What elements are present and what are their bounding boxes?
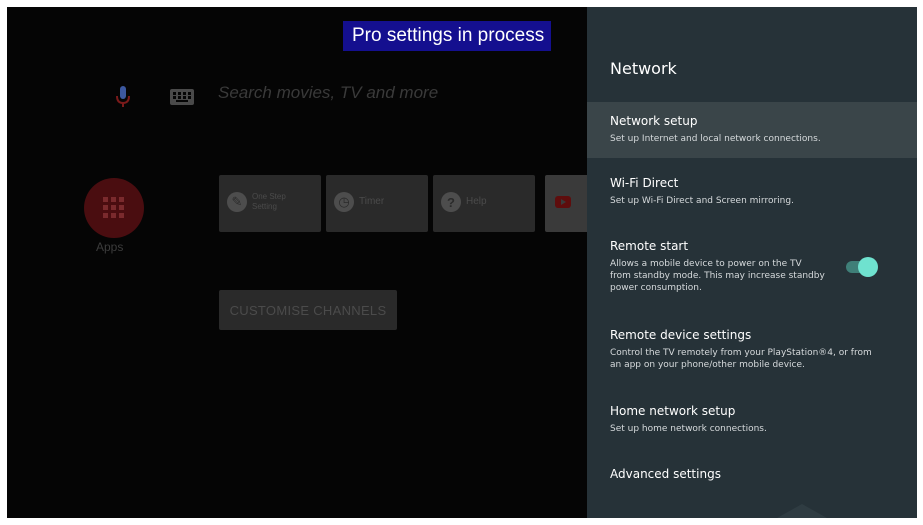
- item-title: Wi-Fi Direct: [610, 176, 679, 190]
- panel-title: Network: [610, 59, 677, 78]
- item-desc: Set up Wi-Fi Direct and Screen mirroring…: [610, 196, 794, 206]
- scroll-indicator-icon: [777, 504, 827, 518]
- search-placeholder[interactable]: Search movies, TV and more: [218, 83, 438, 103]
- item-desc: Set up Internet and local network connec…: [610, 134, 821, 144]
- menu-item-wifi-direct[interactable]: Wi-Fi Direct Set up Wi-Fi Direct and Scr…: [587, 164, 917, 214]
- item-title: Remote device settings: [610, 328, 752, 342]
- item-title: Home network setup: [610, 404, 736, 418]
- network-settings-panel: Network Network setup Set up Internet an…: [587, 7, 917, 518]
- apps-button[interactable]: [84, 178, 144, 238]
- item-title: Network setup: [610, 114, 698, 128]
- mic-icon[interactable]: [114, 85, 132, 109]
- customise-channels-button[interactable]: CUSTOMISE CHANNELS: [219, 290, 397, 330]
- item-desc-line: Allows a mobile device to power on the T…: [610, 259, 802, 269]
- toggle-knob[interactable]: [858, 257, 878, 277]
- card-label: Help: [466, 196, 487, 207]
- youtube-icon: [555, 196, 571, 208]
- card-label: One Step Setting: [252, 192, 286, 211]
- item-title: Remote start: [610, 239, 689, 253]
- apps-label: Apps: [96, 240, 124, 254]
- tv-screen: Search movies, TV and more Apps ✎ One St…: [7, 7, 917, 518]
- keyboard-icon[interactable]: [170, 89, 194, 105]
- menu-item-network-setup[interactable]: Network setup Set up Internet and local …: [587, 102, 917, 158]
- apps-grid-icon: [103, 197, 124, 218]
- app-card-timer[interactable]: ◷ Timer: [326, 175, 428, 232]
- item-desc-line: an app on your phone/other mobile device…: [610, 360, 805, 370]
- app-card-one-step-setting[interactable]: ✎ One Step Setting: [219, 175, 321, 232]
- help-icon: ?: [441, 192, 461, 212]
- one-step-setting-icon: ✎: [227, 192, 247, 212]
- item-desc-line: power consumption.: [610, 283, 702, 293]
- timer-icon: ◷: [334, 192, 354, 212]
- item-title: Advanced settings: [610, 467, 721, 481]
- item-desc-line: Control the TV remotely from your PlaySt…: [610, 348, 872, 358]
- status-banner: Pro settings in process: [343, 21, 552, 51]
- menu-item-advanced-settings[interactable]: Advanced settings: [587, 455, 917, 495]
- card-label: Timer: [359, 196, 385, 207]
- menu-item-home-network-setup[interactable]: Home network setup Set up home network c…: [587, 392, 917, 442]
- menu-item-remote-device-settings[interactable]: Remote device settings Control the TV re…: [587, 316, 917, 381]
- app-card-help[interactable]: ? Help: [433, 175, 535, 232]
- item-desc-line: from standby mode. This may increase sta…: [610, 271, 825, 281]
- item-desc: Set up home network connections.: [610, 424, 767, 434]
